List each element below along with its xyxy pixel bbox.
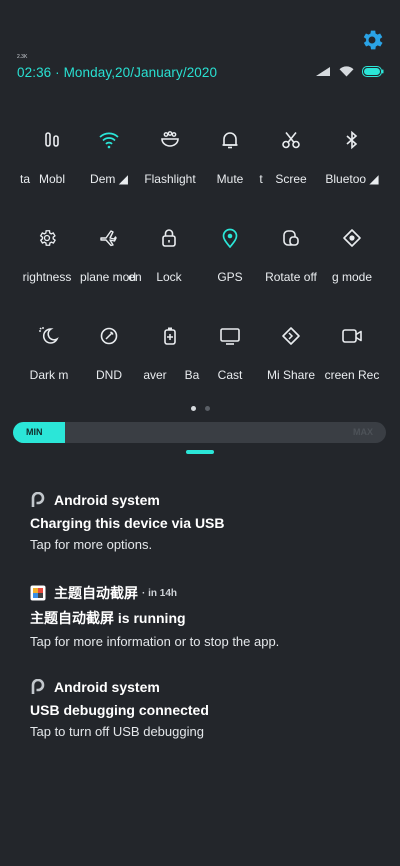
quick-tiles-row-1: ta Mobl Dem ◢ Flashlight Mute t Scree Bl… bbox=[0, 128, 400, 188]
bluetooth-icon bbox=[340, 128, 364, 152]
tile-label: creen Rec bbox=[324, 368, 380, 382]
signal-icon bbox=[316, 67, 330, 76]
battery-icon bbox=[362, 66, 384, 77]
notification-body: Tap to turn off USB debugging bbox=[30, 724, 204, 739]
notification-usb-charging[interactable]: Android system Charging this device via … bbox=[30, 490, 380, 552]
page-indicator bbox=[0, 406, 400, 411]
location-pin-icon bbox=[218, 226, 242, 250]
notification-time: · in 14h bbox=[142, 587, 178, 599]
scissors-icon bbox=[279, 128, 303, 152]
mi-share-icon bbox=[279, 324, 303, 348]
notification-title: USB debugging connected bbox=[30, 702, 209, 718]
flashlight-icon bbox=[158, 128, 182, 152]
notification-body: Tap for more information or to stop the … bbox=[30, 634, 280, 649]
theme-app-icon bbox=[30, 585, 46, 601]
wifi-status-icon bbox=[339, 66, 354, 77]
android-system-icon bbox=[31, 679, 45, 694]
notification-title: 主题自动截屏 is running bbox=[30, 610, 186, 626]
system-status-icons bbox=[315, 66, 384, 77]
mobile-data-icon bbox=[40, 128, 64, 152]
brightness-max-label: MAX bbox=[353, 427, 373, 437]
quick-tiles-row-3: Dark m DND aver Ba Cast Mi Share creen R… bbox=[0, 324, 400, 384]
notification-app-name: Android system bbox=[54, 679, 160, 695]
notification-body: Tap for more options. bbox=[30, 537, 153, 552]
notification-app-name: 主题自动截屏 bbox=[54, 585, 138, 601]
brightness-slider[interactable]: MIN MAX bbox=[13, 422, 386, 443]
dark-mode-icon bbox=[37, 324, 61, 348]
quick-tiles-row-2: rightness plane mod en Lock GPS Rotate o… bbox=[0, 226, 400, 286]
notification-auto-screenshot[interactable]: 主题自动截屏 · in 14h 主题自动截屏 is running Tap fo… bbox=[30, 583, 380, 649]
brightness-min-label: MIN bbox=[26, 427, 43, 437]
page-dot bbox=[204, 406, 210, 411]
tile-bluetooth[interactable]: Bluetoo ◢ bbox=[317, 128, 387, 188]
android-system-icon bbox=[31, 492, 45, 507]
cast-icon bbox=[218, 324, 242, 348]
wifi-icon bbox=[97, 128, 121, 152]
tile-screen-recorder[interactable]: creen Rec bbox=[317, 324, 387, 384]
rotate-lock-icon bbox=[279, 226, 303, 250]
reading-mode-icon bbox=[340, 226, 364, 250]
notification-title: Charging this device via USB bbox=[30, 515, 225, 531]
date-time-label[interactable]: 02:36 · Monday,20/January/2020 bbox=[17, 65, 217, 80]
tile-reading-mode[interactable]: g mode bbox=[317, 226, 387, 286]
tile-label: Bluetoo ◢ bbox=[325, 172, 379, 186]
screen-record-icon bbox=[340, 324, 364, 348]
drag-handle[interactable] bbox=[186, 450, 214, 454]
lock-icon bbox=[157, 226, 181, 250]
battery-saver-icon bbox=[158, 324, 182, 348]
tile-label: g mode bbox=[331, 270, 373, 284]
status-tiny-label: 2.3K bbox=[17, 54, 28, 60]
notification-usb-debugging[interactable]: Android system USB debugging connected T… bbox=[30, 677, 380, 739]
notification-app-name: Android system bbox=[54, 492, 160, 508]
settings-gear-icon[interactable] bbox=[359, 27, 385, 53]
page-dot-active bbox=[190, 406, 196, 411]
dnd-icon bbox=[97, 324, 121, 348]
gear-icon bbox=[35, 226, 59, 250]
